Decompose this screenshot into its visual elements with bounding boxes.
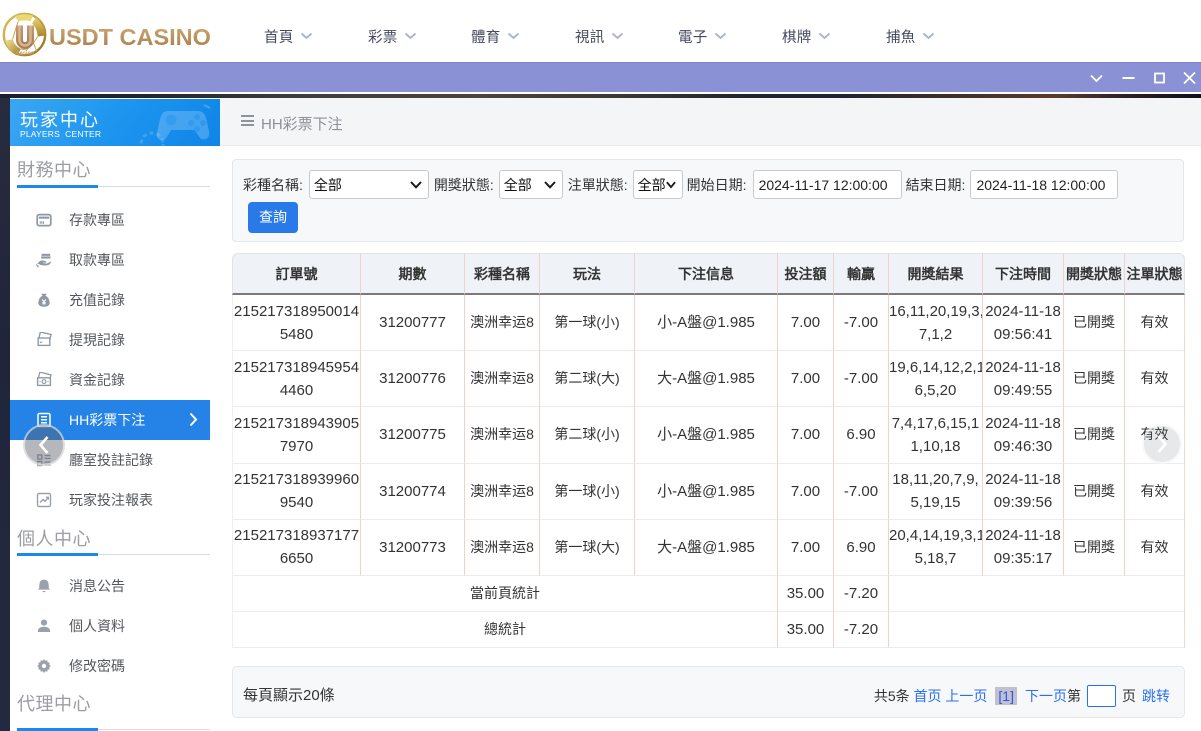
svg-text:Casino: Casino	[16, 51, 35, 57]
